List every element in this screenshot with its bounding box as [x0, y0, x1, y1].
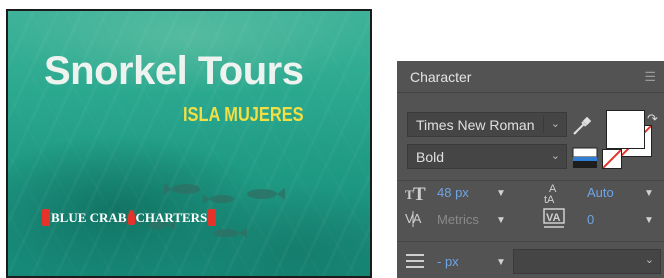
panel-divider [397, 241, 664, 242]
font-style-value: Bold [416, 148, 445, 165]
swap-colors-icon[interactable]: ↷ [647, 111, 658, 127]
leading-icon: A tA [544, 183, 557, 205]
panel-divider [397, 180, 664, 181]
artboard-canvas[interactable]: Snorkel Tours ISLA MUJERES BLUE CRAB CHA… [6, 9, 372, 278]
selection-handle-left[interactable] [42, 209, 50, 226]
select-divider [543, 116, 544, 133]
svg-text:T: T [413, 184, 426, 202]
indent-icon [406, 254, 424, 268]
panel-title: Character [410, 68, 472, 85]
artboard-subtitle[interactable]: ISLA MUJERES [183, 103, 304, 127]
svg-text:VA: VA [546, 212, 561, 224]
artboard-title[interactable]: Snorkel Tours [44, 49, 304, 93]
selected-text-part1: BLUE CRAB [51, 209, 127, 225]
font-family-select[interactable]: Times New Roman ⌄ [407, 112, 567, 137]
selection-handle-right[interactable] [208, 209, 217, 226]
tracking-dropdown-icon[interactable]: ▼ [644, 215, 654, 226]
indent-dropdown-icon[interactable]: ▼ [496, 257, 506, 268]
leading-value[interactable]: Auto [587, 185, 614, 200]
indent-value[interactable]: - px [437, 254, 459, 269]
selection-handle-middle[interactable] [127, 210, 135, 225]
no-color-swatch[interactable] [602, 149, 622, 169]
font-size-icon: T T [405, 184, 426, 202]
panel-header: Character ☰ [397, 61, 664, 93]
fill-color-swatch[interactable] [606, 110, 645, 149]
font-style-select[interactable]: Bold ⌄ [407, 144, 567, 169]
tracking-icon: VA [543, 208, 565, 228]
tracking-value[interactable]: 0 [587, 212, 594, 227]
kerning-icon: VA [405, 211, 422, 227]
selected-text-object[interactable]: BLUE CRAB CHARTERS [41, 208, 217, 227]
character-panel: Character ☰ Times New Roman ⌄ Bold ⌄ ↷ T… [397, 61, 664, 278]
font-size-dropdown-icon[interactable]: ▼ [496, 188, 506, 199]
chevron-down-icon[interactable]: ⌄ [551, 117, 560, 130]
text-color-contrast-icon[interactable] [572, 147, 598, 169]
eyedropper-icon[interactable] [571, 115, 593, 137]
baseline-shift-select[interactable]: ⌄ [513, 249, 661, 274]
hamburger-menu-icon[interactable]: ☰ [644, 69, 656, 85]
kerning-dropdown-icon[interactable]: ▼ [496, 215, 506, 226]
svg-text:tA: tA [544, 194, 555, 205]
leading-dropdown-icon[interactable]: ▼ [644, 188, 654, 199]
font-family-value: Times New Roman [416, 116, 535, 133]
chevron-down-icon[interactable]: ⌄ [645, 253, 654, 266]
kerning-value[interactable]: Metrics [437, 212, 479, 227]
chevron-down-icon[interactable]: ⌄ [551, 149, 560, 162]
font-size-value[interactable]: 48 px [437, 185, 469, 200]
selected-text-part2: CHARTERS [135, 209, 208, 225]
